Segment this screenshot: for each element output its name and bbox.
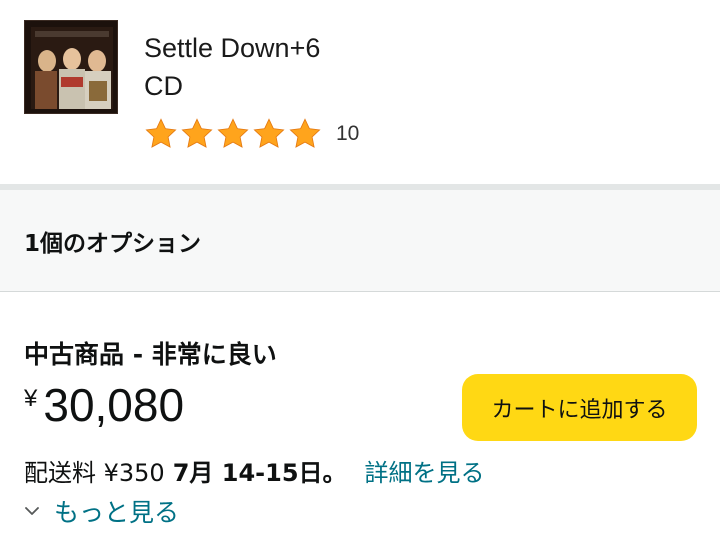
options-header: 1個のオプション bbox=[0, 190, 720, 292]
rating-count[interactable]: 10 bbox=[336, 122, 359, 146]
shipping-details-link[interactable]: 詳細を見る bbox=[365, 453, 485, 488]
rating[interactable]: 10 bbox=[144, 114, 359, 154]
delivery-date: 7月 14-15日。 bbox=[172, 459, 347, 487]
album-cover-image[interactable] bbox=[24, 20, 118, 114]
see-more-toggle[interactable]: もっと見る bbox=[24, 493, 179, 529]
offer-price: ¥ 30,080 bbox=[24, 379, 184, 431]
chevron-down-icon bbox=[25, 507, 39, 515]
product-format: CD bbox=[144, 71, 183, 101]
star-rating bbox=[144, 117, 322, 151]
star-icon bbox=[145, 118, 177, 148]
product-title[interactable]: Settle Down+6 bbox=[144, 28, 320, 68]
price-currency: ¥ bbox=[24, 385, 38, 412]
star-icon bbox=[217, 118, 249, 148]
add-to-cart-button[interactable]: カートに追加する bbox=[462, 374, 697, 441]
shipping-fee: 配送料 ¥350 bbox=[24, 459, 165, 487]
star-icon bbox=[181, 118, 213, 148]
product-header: Settle Down+6 CD 10 bbox=[0, 0, 720, 184]
options-count-label: 1個のオプション bbox=[24, 231, 202, 257]
star-icon bbox=[253, 118, 285, 148]
see-more-label[interactable]: もっと見る bbox=[54, 493, 179, 529]
star-icon bbox=[289, 118, 321, 148]
offer-card: 中古商品 - 非常に良い ¥ 30,080 カートに追加する 配送料 ¥350 … bbox=[0, 293, 720, 548]
offer-condition: 中古商品 - 非常に良い bbox=[24, 340, 277, 369]
shipping-info: 配送料 ¥350 7月 14-15日。 詳細を見る bbox=[24, 453, 485, 488]
price-amount: 30,080 bbox=[43, 379, 185, 431]
